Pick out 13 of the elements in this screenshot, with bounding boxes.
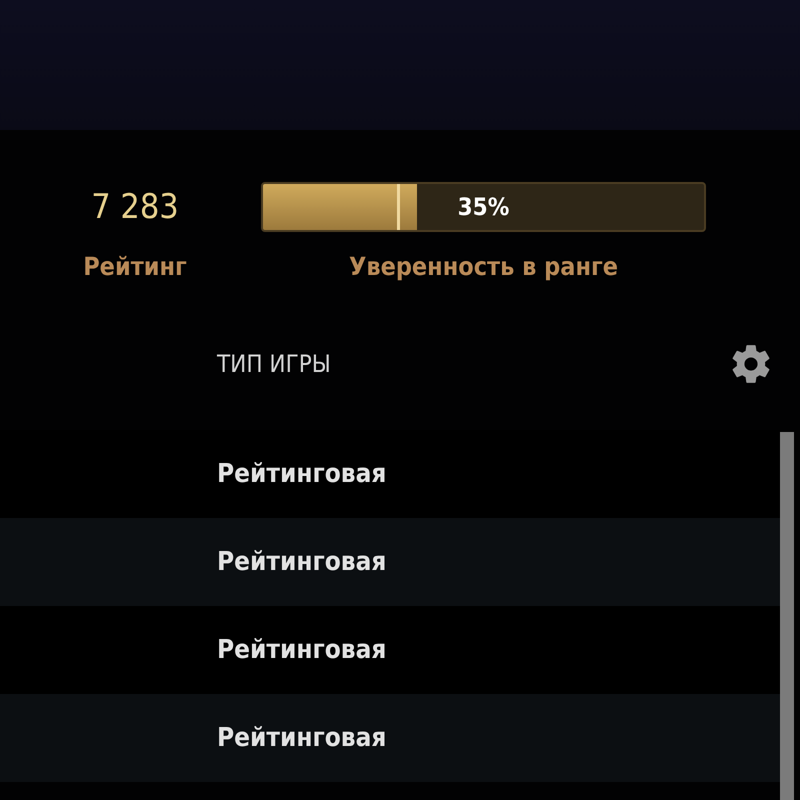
- table-row[interactable]: Рейтинговая: [0, 694, 780, 782]
- game-type-cell: Рейтинговая: [217, 547, 386, 577]
- confidence-percent: 35%: [458, 193, 510, 221]
- column-header: ТИП ИГРЫ: [217, 350, 331, 378]
- scrollbar[interactable]: [780, 432, 794, 800]
- rating-value: 7 283: [91, 186, 179, 229]
- game-type-cell: Рейтинговая: [217, 459, 386, 489]
- game-type-cell: Рейтинговая: [217, 635, 386, 665]
- confidence-label: Уверенность в ранге: [348, 252, 618, 281]
- game-type-cell: Рейтинговая: [217, 723, 386, 753]
- rating-label: Рейтинг: [83, 252, 187, 281]
- settings-icon[interactable]: [730, 343, 772, 385]
- table-row[interactable]: Рейтинговая: [0, 518, 780, 606]
